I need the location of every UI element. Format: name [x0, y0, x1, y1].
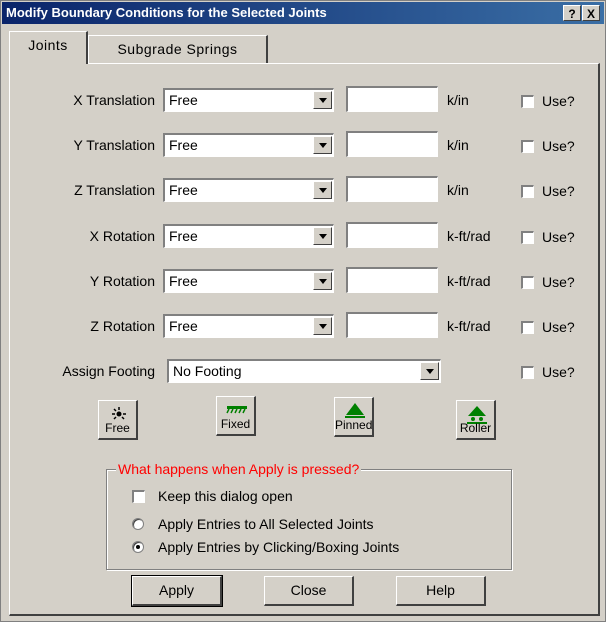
x-rotation-unit: k-ft/rad: [447, 228, 491, 244]
apply-button[interactable]: Apply: [131, 575, 223, 607]
x-translation-value-input[interactable]: [346, 86, 438, 112]
y-translation-select[interactable]: Free: [163, 133, 334, 157]
x-rotation-use-label: Use?: [542, 229, 575, 245]
dropdown-arrow-icon[interactable]: [313, 181, 332, 199]
apply-all-selected-label: Apply Entries to All Selected Joints: [158, 516, 374, 532]
y-rotation-use-label: Use?: [542, 274, 575, 290]
dialog-title: Modify Boundary Conditions for the Selec…: [6, 5, 327, 20]
tab-subgrade-springs[interactable]: Subgrade Springs: [88, 35, 268, 63]
x-translation-unit: k/in: [447, 92, 469, 108]
close-button[interactable]: Close: [264, 576, 354, 606]
close-title-button[interactable]: X: [582, 5, 600, 21]
x-translation-label: X Translation: [73, 92, 155, 108]
roller-preset-button[interactable]: Roller: [456, 400, 496, 440]
keep-dialog-open-checkbox[interactable]: [132, 490, 145, 503]
free-preset-button[interactable]: Free: [98, 400, 138, 440]
z-rotation-value-input[interactable]: [346, 312, 438, 338]
apply-by-clicking-radio[interactable]: [132, 541, 144, 553]
y-rotation-select[interactable]: Free: [163, 269, 334, 293]
dropdown-arrow-icon[interactable]: [313, 227, 332, 245]
y-translation-label: Y Translation: [73, 137, 155, 153]
dropdown-arrow-icon[interactable]: [313, 272, 332, 290]
z-rotation-unit: k-ft/rad: [447, 318, 491, 334]
apply-by-clicking-label: Apply Entries by Clicking/Boxing Joints: [158, 539, 400, 555]
y-translation-use-label: Use?: [542, 138, 575, 154]
z-translation-use-checkbox[interactable]: [521, 185, 534, 198]
y-translation-value-input[interactable]: [346, 131, 438, 157]
z-translation-value-input[interactable]: [346, 176, 438, 202]
dropdown-arrow-icon[interactable]: [313, 317, 332, 335]
z-rotation-label: Z Rotation: [90, 318, 155, 334]
dropdown-arrow-icon[interactable]: [420, 362, 439, 380]
z-rotation-use-checkbox[interactable]: [521, 321, 534, 334]
help-title-button[interactable]: ?: [563, 5, 581, 21]
dropdown-arrow-icon[interactable]: [313, 136, 332, 154]
assign-footing-label: Assign Footing: [62, 363, 155, 379]
z-translation-unit: k/in: [447, 182, 469, 198]
z-translation-use-label: Use?: [542, 183, 575, 199]
y-translation-unit: k/in: [447, 137, 469, 153]
z-rotation-use-label: Use?: [542, 319, 575, 335]
x-translation-use-label: Use?: [542, 93, 575, 109]
x-rotation-select[interactable]: Free: [163, 224, 334, 248]
footing-use-checkbox[interactable]: [521, 366, 534, 379]
z-translation-label: Z Translation: [74, 182, 155, 198]
x-translation-use-checkbox[interactable]: [521, 95, 534, 108]
dropdown-arrow-icon[interactable]: [313, 91, 332, 109]
y-rotation-unit: k-ft/rad: [447, 273, 491, 289]
dialog-window: Modify Boundary Conditions for the Selec…: [0, 0, 606, 622]
y-rotation-label: Y Rotation: [89, 273, 155, 289]
fixed-preset-button[interactable]: Fixed: [216, 396, 256, 436]
z-translation-select[interactable]: Free: [163, 178, 334, 202]
assign-footing-select[interactable]: No Footing: [167, 359, 441, 383]
footing-use-label: Use?: [542, 364, 575, 380]
x-rotation-value-input[interactable]: [346, 222, 438, 248]
pinned-preset-button[interactable]: Pinned: [334, 397, 374, 437]
x-translation-select[interactable]: Free: [163, 88, 334, 112]
y-rotation-value-input[interactable]: [346, 267, 438, 293]
title-bar: Modify Boundary Conditions for the Selec…: [2, 2, 604, 24]
help-button[interactable]: Help: [396, 576, 486, 606]
y-rotation-use-checkbox[interactable]: [521, 276, 534, 289]
y-translation-use-checkbox[interactable]: [521, 140, 534, 153]
tab-joints[interactable]: Joints: [9, 31, 88, 64]
keep-dialog-open-label: Keep this dialog open: [158, 488, 293, 504]
z-rotation-select[interactable]: Free: [163, 314, 334, 338]
apply-options-title: What happens when Apply is pressed?: [116, 461, 362, 477]
x-rotation-label: X Rotation: [89, 228, 155, 244]
apply-all-selected-radio[interactable]: [132, 518, 144, 530]
x-rotation-use-checkbox[interactable]: [521, 231, 534, 244]
fixed-support-icon: [226, 406, 247, 414]
